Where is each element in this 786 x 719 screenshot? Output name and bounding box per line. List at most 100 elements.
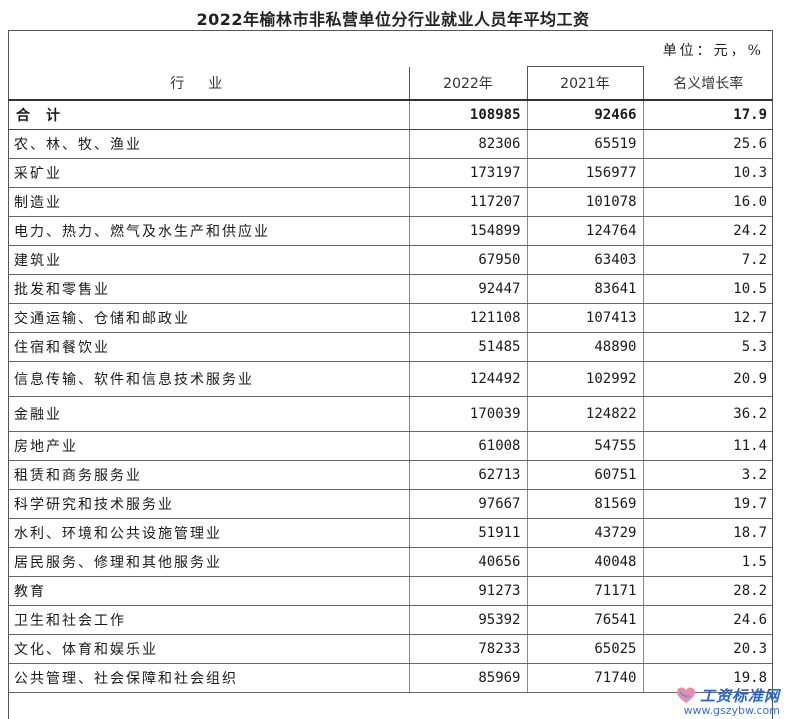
table-row: 住宿和餐饮业 51485 48890 5.3 [8, 332, 773, 362]
industry-cell: 文化、体育和娱乐业 [8, 634, 410, 664]
heart-logo-icon [676, 686, 696, 706]
industry-cell: 电力、热力、燃气及水生产和供应业 [8, 216, 410, 246]
table-row: 金融业 170039 124822 36.2 [8, 396, 773, 432]
industry-cell: 住宿和餐饮业 [8, 332, 410, 362]
table-row: 水利、环境和公共设施管理业 51911 43729 18.7 [8, 518, 773, 548]
wage-2022-cell: 40656 [409, 547, 528, 577]
wage-2022-cell: 82306 [409, 129, 528, 159]
table-row: 公共管理、社会保障和社会组织 85969 71740 19.8 [8, 663, 773, 693]
wage-2022-cell: 117207 [409, 187, 528, 217]
wage-2022-cell: 154899 [409, 216, 528, 246]
industry-cell: 建筑业 [8, 245, 410, 275]
table-row: 居民服务、修理和其他服务业 40656 40048 1.5 [8, 547, 773, 577]
industry-cell: 卫生和社会工作 [8, 605, 410, 635]
growth-rate-cell: 17.9 [643, 100, 773, 130]
wage-2021-cell: 71740 [527, 663, 644, 693]
wage-2021-cell: 81569 [527, 489, 644, 519]
growth-rate-cell: 11.4 [643, 431, 773, 461]
site-watermark: 工资标准网 www.gszybw.com [676, 685, 780, 717]
wage-2022-cell: 85969 [409, 663, 528, 693]
wage-table: 行业 2022年 2021年 名义增长率 合计 108985 92466 17.9 农、… [8, 66, 773, 693]
growth-rate-cell: 3.2 [643, 460, 773, 490]
growth-rate-cell: 1.5 [643, 547, 773, 577]
table-row: 批发和零售业 92447 83641 10.5 [8, 274, 773, 304]
wage-2021-cell: 92466 [527, 100, 644, 130]
wage-2021-cell: 101078 [527, 187, 644, 217]
industry-cell: 采矿业 [8, 158, 410, 188]
wage-2022-cell: 61008 [409, 431, 528, 461]
growth-rate-cell: 16.0 [643, 187, 773, 217]
industry-cell: 公共管理、社会保障和社会组织 [8, 663, 410, 693]
growth-rate-cell: 7.2 [643, 245, 773, 275]
table-row: 信息传输、软件和信息技术服务业 124492 102992 20.9 [8, 361, 773, 397]
industry-cell: 制造业 [8, 187, 410, 217]
table-row: 科学研究和技术服务业 97667 81569 19.7 [8, 489, 773, 519]
wage-2022-cell: 170039 [409, 396, 528, 432]
wage-2021-cell: 65025 [527, 634, 644, 664]
wage-2021-cell: 60751 [527, 460, 644, 490]
table-row: 制造业 117207 101078 16.0 [8, 187, 773, 217]
wage-2021-cell: 76541 [527, 605, 644, 635]
wage-2021-cell: 107413 [527, 303, 644, 333]
wage-2021-cell: 65519 [527, 129, 644, 159]
industry-cell: 教育 [8, 576, 410, 606]
header-industry: 行业 [8, 66, 410, 101]
industry-cell: 房地产业 [8, 431, 410, 461]
wage-2021-cell: 124764 [527, 216, 644, 246]
wage-2022-cell: 173197 [409, 158, 528, 188]
wage-2022-cell: 78233 [409, 634, 528, 664]
table-row: 租赁和商务服务业 62713 60751 3.2 [8, 460, 773, 490]
table-row: 卫生和社会工作 95392 76541 24.6 [8, 605, 773, 635]
table-row: 电力、热力、燃气及水生产和供应业 154899 124764 24.2 [8, 216, 773, 246]
wage-2021-cell: 83641 [527, 274, 644, 304]
wage-2022-cell: 97667 [409, 489, 528, 519]
growth-rate-cell: 5.3 [643, 332, 773, 362]
wage-2022-cell: 67950 [409, 245, 528, 275]
table-row: 农、林、牧、渔业 82306 65519 25.6 [8, 129, 773, 159]
growth-rate-cell: 20.9 [643, 361, 773, 397]
wage-2022-cell: 92447 [409, 274, 528, 304]
table-row: 房地产业 61008 54755 11.4 [8, 431, 773, 461]
wage-2022-cell: 51485 [409, 332, 528, 362]
growth-rate-cell: 10.3 [643, 158, 773, 188]
growth-rate-cell: 18.7 [643, 518, 773, 548]
page-title: 2022年榆林市非私营单位分行业就业人员年平均工资 [196, 10, 590, 29]
wage-2021-cell: 156977 [527, 158, 644, 188]
wage-2022-cell: 91273 [409, 576, 528, 606]
wage-2021-cell: 40048 [527, 547, 644, 577]
table-header-row: 行业 2022年 2021年 名义增长率 [8, 66, 773, 101]
industry-cell: 水利、环境和公共设施管理业 [8, 518, 410, 548]
wage-2022-cell: 51911 [409, 518, 528, 548]
wage-2021-cell: 43729 [527, 518, 644, 548]
growth-rate-cell: 24.6 [643, 605, 773, 635]
wage-2022-cell: 62713 [409, 460, 528, 490]
wage-2022-cell: 108985 [409, 100, 528, 130]
industry-cell: 农、林、牧、渔业 [8, 129, 410, 159]
table-row: 交通运输、仓储和邮政业 121108 107413 12.7 [8, 303, 773, 333]
header-2021: 2021年 [526, 66, 644, 101]
table-row: 教育 91273 71171 28.2 [8, 576, 773, 606]
industry-cell: 信息传输、软件和信息技术服务业 [8, 361, 410, 397]
table-row: 文化、体育和娱乐业 78233 65025 20.3 [8, 634, 773, 664]
industry-cell: 居民服务、修理和其他服务业 [8, 547, 410, 577]
growth-rate-cell: 10.5 [643, 274, 773, 304]
header-2022: 2022年 [409, 66, 528, 101]
table-row-total: 合计 108985 92466 17.9 [8, 100, 773, 130]
industry-cell: 租赁和商务服务业 [8, 460, 410, 490]
growth-rate-cell: 36.2 [643, 396, 773, 432]
unit-note: 单位：元，% [662, 43, 764, 59]
wage-2022-cell: 95392 [409, 605, 528, 635]
growth-rate-cell: 12.7 [643, 303, 773, 333]
growth-rate-cell: 28.2 [643, 576, 773, 606]
wage-2021-cell: 124822 [527, 396, 644, 432]
growth-rate-cell: 25.6 [643, 129, 773, 159]
growth-rate-cell: 20.3 [643, 634, 773, 664]
industry-cell: 科学研究和技术服务业 [8, 489, 410, 519]
industry-cell: 批发和零售业 [8, 274, 410, 304]
wage-2021-cell: 48890 [527, 332, 644, 362]
table-row: 建筑业 67950 63403 7.2 [8, 245, 773, 275]
wage-2021-cell: 102992 [527, 361, 644, 397]
header-growth: 名义增长率 [643, 66, 773, 101]
wage-2022-cell: 124492 [409, 361, 528, 397]
wage-2021-cell: 54755 [527, 431, 644, 461]
